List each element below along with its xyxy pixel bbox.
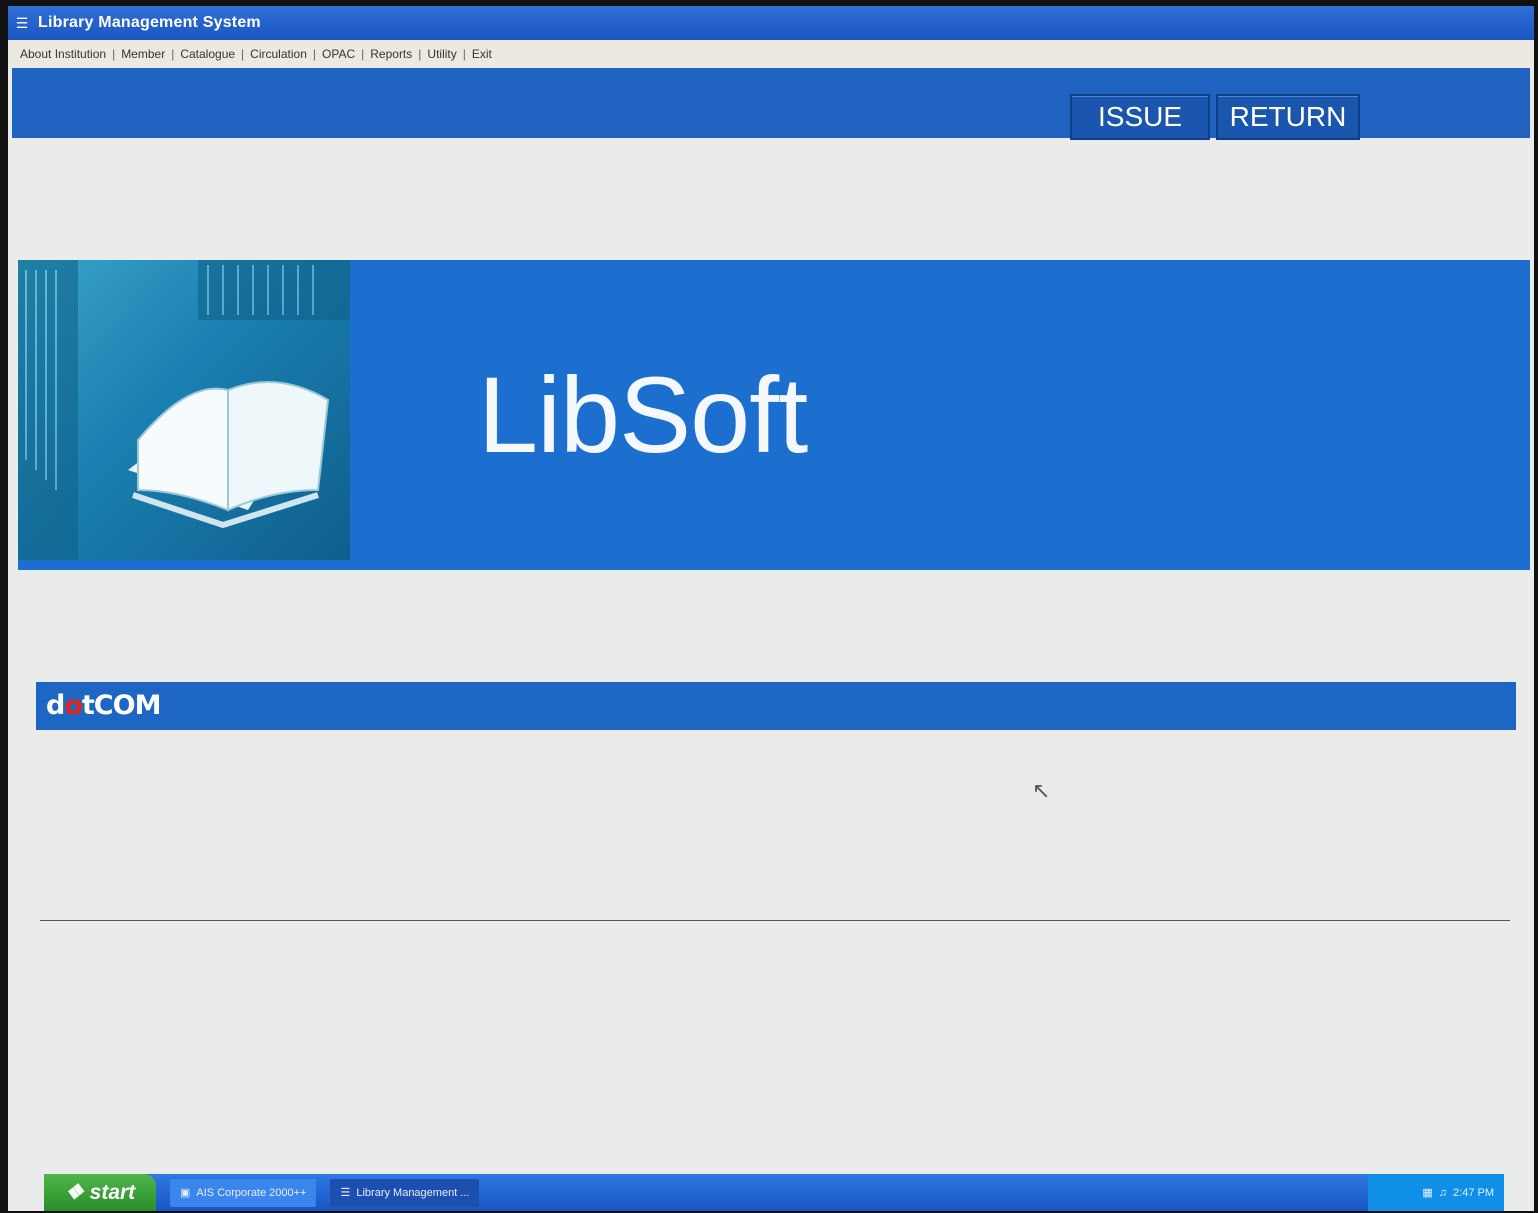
clock[interactable]: 2:47 PM — [1453, 1187, 1494, 1199]
divider — [40, 920, 1510, 921]
book-app-icon: ☰ — [340, 1187, 351, 1199]
open-book-library-image — [18, 260, 350, 560]
mouse-pointer-icon: ↖ — [1032, 778, 1051, 803]
taskbar-item-library[interactable]: ☰ Library Management ... — [330, 1178, 480, 1207]
menu-exit[interactable]: Exit — [466, 47, 498, 61]
brand-title: LibSoft — [478, 354, 808, 475]
window-title: Library Management System — [38, 14, 261, 31]
book-app-icon: ☰ — [15, 14, 29, 31]
app-window-icon: ▣ — [180, 1187, 191, 1199]
menu-utility[interactable]: Utility — [421, 47, 462, 61]
taskbar: ❖ start ▣ AIS Corporate 2000++ ☰ Library… — [44, 1174, 1504, 1211]
menu-member[interactable]: Member — [115, 47, 171, 61]
windows-flag-icon: ❖ — [64, 1181, 84, 1204]
network-icon[interactable]: ▦ — [1422, 1186, 1432, 1199]
system-tray: ▦ ♫ 2:47 PM — [1368, 1174, 1504, 1211]
return-button[interactable]: RETURN — [1216, 94, 1360, 140]
footer-band: dotCOM — [36, 682, 1516, 730]
menu-about-institution[interactable]: About Institution — [14, 47, 112, 61]
issue-button[interactable]: ISSUE — [1070, 94, 1210, 140]
volume-icon[interactable]: ♫ — [1439, 1187, 1447, 1199]
menu-reports[interactable]: Reports — [364, 47, 418, 61]
start-button[interactable]: ❖ start — [44, 1174, 156, 1211]
header-band: ISSUE RETURN — [12, 68, 1530, 140]
menu-circulation[interactable]: Circulation — [244, 47, 313, 61]
menu-opac[interactable]: OPAC — [316, 47, 361, 61]
dotcom-logo: dotCOM — [46, 690, 161, 721]
title-bar[interactable]: ☰ Library Management System — [8, 6, 1534, 40]
taskbar-item-ais[interactable]: ▣ AIS Corporate 2000++ — [170, 1178, 317, 1207]
menu-bar: About Institution | Member | Catalogue | Ci… — [8, 40, 1534, 68]
screen: ☰ Library Management System _ ❐ ✕ About … — [8, 6, 1534, 1211]
brand-banner: LibSoft — [18, 260, 1530, 570]
menu-catalogue[interactable]: Catalogue — [174, 47, 241, 61]
